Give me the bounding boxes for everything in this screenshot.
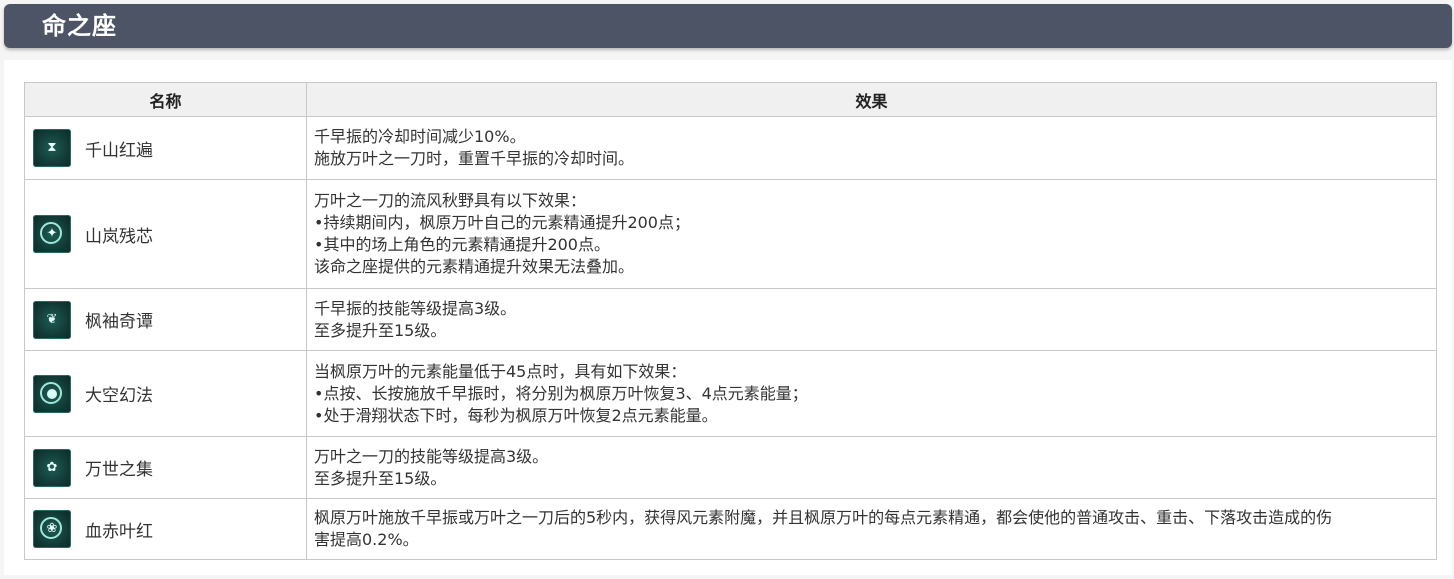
section-title: 命之座 bbox=[42, 12, 117, 40]
effect-cell: 枫原万叶施放千早振或万叶之一刀后的5秒内，获得风元素附魔，并且枫原万叶的每点元素… bbox=[306, 498, 1437, 560]
column-header-effect: 效果 bbox=[306, 82, 1437, 117]
wind-orb-icon bbox=[33, 374, 71, 413]
effect-line: •点按、长按施放千早振时，将分别为枫原万叶恢复3、4点元素能量； bbox=[314, 383, 808, 403]
name-cell: ✦ 山岚残芯 bbox=[24, 179, 307, 289]
effect-line: 至多提升至15级。 bbox=[314, 468, 447, 488]
effect-line: 害提高0.2%。 bbox=[314, 530, 419, 549]
effect-line: •其中的场上角色的元素精通提升200点。 bbox=[314, 235, 610, 254]
effect-cell: 万叶之一刀的流风秋野具有以下效果： •持续期间内，枫原万叶自己的元素精通提升20… bbox=[306, 179, 1437, 289]
effect-cell: 当枫原万叶的元素能量低于45点时，具有如下效果： •点按、长按施放千早振时，将分… bbox=[306, 350, 1437, 437]
constellation-table: 名称 效果 ⧗ 千山红遍 千早振的冷却时间减少10%。 施放万叶之一刀时，重置千… bbox=[24, 82, 1437, 560]
constellation-name: 血赤叶红 bbox=[85, 521, 153, 542]
leaf-swirl-icon: ❦ bbox=[33, 300, 71, 339]
effect-line: 施放万叶之一刀时，重置千早振的冷却时间。 bbox=[314, 149, 635, 168]
effect-line: 至多提升至15级。 bbox=[314, 320, 447, 340]
constellation-name: 大空幻法 bbox=[85, 386, 153, 406]
name-cell: 大空幻法 bbox=[24, 350, 307, 437]
table-row: ✦ 山岚残芯 万叶之一刀的流风秋野具有以下效果： •持续期间内，枫原万叶自己的元… bbox=[24, 179, 1437, 289]
effect-line: 该命之座提供的元素精通提升效果无法叠加。 bbox=[314, 257, 635, 276]
page: 命之座 名称 效果 ⧗ 千山红遍 千早振的冷却时间减少10%。 施放万叶之一刀时… bbox=[0, 0, 1454, 579]
effect-cell: 万叶之一刀的技能等级提高3级。 至多提升至15级。 bbox=[306, 436, 1437, 499]
section-header: 命之座 bbox=[4, 4, 1452, 48]
effect-cell: 千早振的技能等级提高3级。 至多提升至15级。 bbox=[306, 288, 1437, 351]
constellation-name: 枫袖奇谭 bbox=[85, 312, 153, 332]
table-row: ✿ 万世之集 万叶之一刀的技能等级提高3级。 至多提升至15级。 bbox=[24, 436, 1437, 499]
table-header-row: 名称 效果 bbox=[24, 82, 1437, 117]
table-row: 大空幻法 当枫原万叶的元素能量低于45点时，具有如下效果： •点按、长按施放千早… bbox=[24, 350, 1437, 437]
effect-line: 万叶之一刀的技能等级提高3级。 bbox=[314, 446, 549, 466]
effect-line: •处于滑翔状态下时，每秒为枫原万叶恢复2点元素能量。 bbox=[314, 405, 718, 425]
content-panel: 名称 效果 ⧗ 千山红遍 千早振的冷却时间减少10%。 施放万叶之一刀时，重置千… bbox=[4, 60, 1452, 575]
column-header-name: 名称 bbox=[24, 82, 307, 117]
name-cell: ⧗ 千山红遍 bbox=[24, 116, 307, 180]
name-cell: ❦ 枫袖奇谭 bbox=[24, 288, 307, 351]
effect-line: •持续期间内，枫原万叶自己的元素精通提升200点； bbox=[314, 213, 690, 232]
effect-line: 当枫原万叶的元素能量低于45点时，具有如下效果： bbox=[314, 361, 687, 381]
effect-cell: 千早振的冷却时间减少10%。 施放万叶之一刀时，重置千早振的冷却时间。 bbox=[306, 116, 1437, 180]
hourglass-icon: ⧗ bbox=[33, 129, 71, 167]
crimson-leaf-icon: ❀ bbox=[33, 510, 71, 548]
name-cell: ❀ 血赤叶红 bbox=[24, 498, 307, 560]
constellation-name: 千山红遍 bbox=[85, 140, 153, 161]
maple-leaf-icon: ✿ bbox=[33, 448, 71, 487]
table-row: ❦ 枫袖奇谭 千早振的技能等级提高3级。 至多提升至15级。 bbox=[24, 288, 1437, 351]
wind-swirl-icon: ✦ bbox=[33, 215, 71, 253]
constellation-name: 山岚残芯 bbox=[85, 226, 153, 247]
constellation-name: 万世之集 bbox=[85, 460, 153, 480]
effect-line: 千早振的技能等级提高3级。 bbox=[314, 298, 517, 318]
effect-line: 万叶之一刀的流风秋野具有以下效果： bbox=[314, 191, 587, 210]
name-cell: ✿ 万世之集 bbox=[24, 436, 307, 499]
table-row: ❀ 血赤叶红 枫原万叶施放千早振或万叶之一刀后的5秒内，获得风元素附魔，并且枫原… bbox=[24, 498, 1437, 560]
effect-line: 枫原万叶施放千早振或万叶之一刀后的5秒内，获得风元素附魔，并且枫原万叶的每点元素… bbox=[314, 508, 1333, 527]
effect-line: 千早振的冷却时间减少10%。 bbox=[314, 127, 526, 146]
table-row: ⧗ 千山红遍 千早振的冷却时间减少10%。 施放万叶之一刀时，重置千早振的冷却时… bbox=[24, 116, 1437, 180]
